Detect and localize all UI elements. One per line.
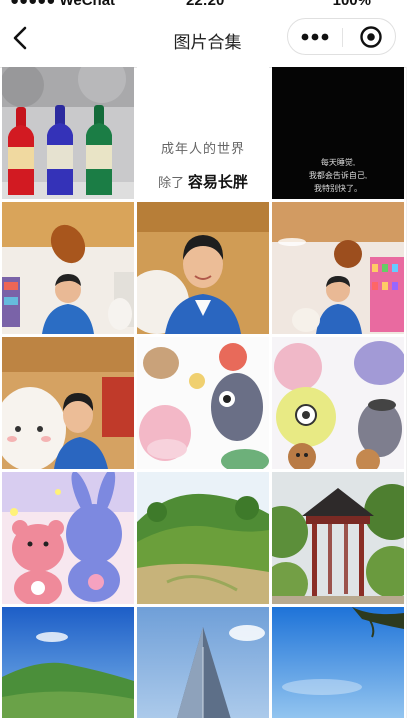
more-button[interactable] [288,19,342,54]
sky-tree-image [272,607,404,718]
blue-sky-hill-image [2,607,134,718]
photo-pavilion[interactable] [272,472,404,604]
skyscraper-image [137,607,269,718]
carrier-label: ●●●●● WeChat [10,0,116,9]
man-plush-image [2,337,134,469]
photo-cartoon-1[interactable] [137,337,269,469]
photo-man-plush[interactable] [2,337,134,469]
status-bar: ●●●●● WeChat 22:20 100% [0,0,415,9]
photo-black-card[interactable]: 每天睡觉, 我都会告诉自己, 我特别快了。 [272,67,404,199]
photo-blue-sky-hill[interactable] [2,607,134,718]
mini-program-capsule [287,18,396,55]
photo-care-bears[interactable] [2,472,134,604]
man-shop-image-2 [272,202,404,334]
black-card-line-1: 每天睡觉, [320,158,356,167]
man-closeup-image [137,202,269,334]
card-line-2-bold: 容易长胖 [187,174,248,191]
card-line-2: 除了 容易长胖 [137,171,269,192]
battery-level: 100% [332,0,371,9]
more-dots-icon [301,33,329,41]
man-shop-image-1 [2,202,134,334]
cartoon-image-2 [272,337,404,469]
black-card-line-2: 我都会告诉自己, [308,171,368,180]
photo-green-hill[interactable] [137,472,269,604]
green-hill-image [137,472,269,604]
photo-man-shop-2[interactable] [272,202,404,334]
beer-bottles-image [2,67,134,199]
black-card-line-3: 我特别快了。 [314,184,362,193]
photo-text-card[interactable]: 成年人的世界 除了 容易长胖 [137,67,269,199]
photo-beer-bottles[interactable] [2,67,134,199]
cartoon-image-1 [137,337,269,469]
photo-sky-tree[interactable] [272,607,404,718]
photo-cartoon-2[interactable] [272,337,404,469]
clock: 22:20 [186,0,225,9]
photo-skyscraper[interactable] [137,607,269,718]
image-grid: 成年人的世界 除了 容易长胖 每天睡觉, 我都会告诉自己, 我特别快了。 [2,67,404,718]
close-button[interactable] [343,19,396,54]
care-bears-image [2,472,134,604]
pavilion-image [272,472,404,604]
photo-man-shop-1[interactable] [2,202,134,334]
card-line-1: 成年人的世界 [160,141,245,156]
nav-bar: 图片合集 [0,9,415,68]
scrollbar-track[interactable] [406,67,415,718]
target-close-icon [360,26,382,48]
card-line-2-prefix: 除了 [158,175,185,190]
photo-man-closeup[interactable] [137,202,269,334]
